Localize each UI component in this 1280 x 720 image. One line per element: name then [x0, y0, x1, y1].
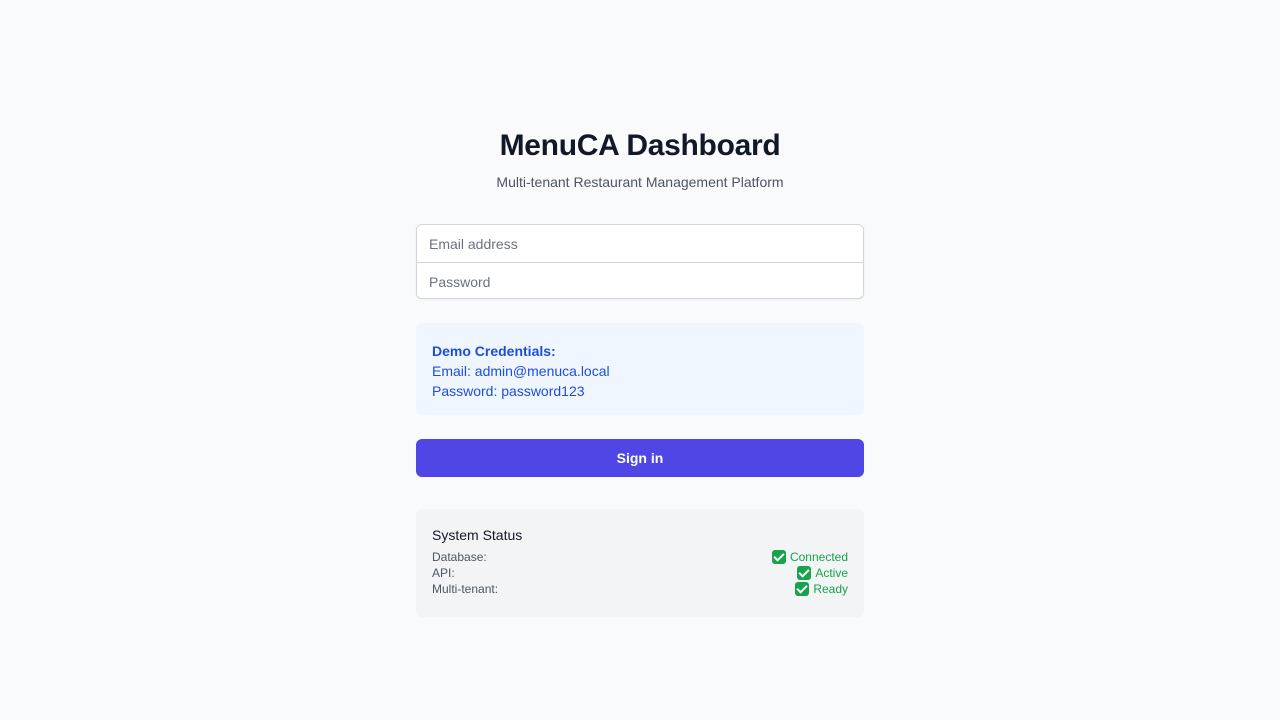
demo-credentials-title: Demo Credentials: — [432, 343, 556, 359]
status-row-api: API: Active — [432, 565, 848, 581]
status-row-multi-tenant: Multi-tenant: Ready — [432, 581, 848, 597]
demo-email-line: Email: admin@menuca.local — [432, 363, 610, 379]
status-value-text: Connected — [789, 550, 848, 564]
system-status-title: System Status — [432, 527, 523, 543]
status-value: Active — [797, 565, 848, 581]
status-label: API: — [432, 566, 455, 580]
sign-in-button[interactable]: Sign in — [416, 439, 864, 477]
status-value: Connected — [771, 549, 848, 565]
status-label: Database: — [432, 550, 487, 564]
login-form — [416, 224, 864, 299]
status-label: Multi-tenant: — [432, 582, 499, 596]
page-title: MenuCA Dashboard — [499, 129, 781, 162]
status-value: Ready — [795, 581, 848, 597]
page-subtitle: Multi-tenant Restaurant Management Platf… — [496, 174, 784, 190]
system-status-panel: System Status Database: Connected API: A… — [416, 509, 864, 617]
check-icon — [795, 582, 810, 596]
status-value-text: Active — [815, 566, 848, 580]
check-icon — [797, 566, 812, 580]
demo-password-line: Password: password123 — [432, 383, 585, 399]
status-row-database: Database: Connected — [432, 549, 848, 565]
status-value-text: Ready — [813, 582, 848, 596]
check-icon — [771, 550, 786, 564]
demo-credentials-box: Demo Credentials: Email: admin@menuca.lo… — [416, 323, 864, 415]
email-field[interactable] — [417, 225, 863, 262]
password-field[interactable] — [417, 263, 863, 298]
